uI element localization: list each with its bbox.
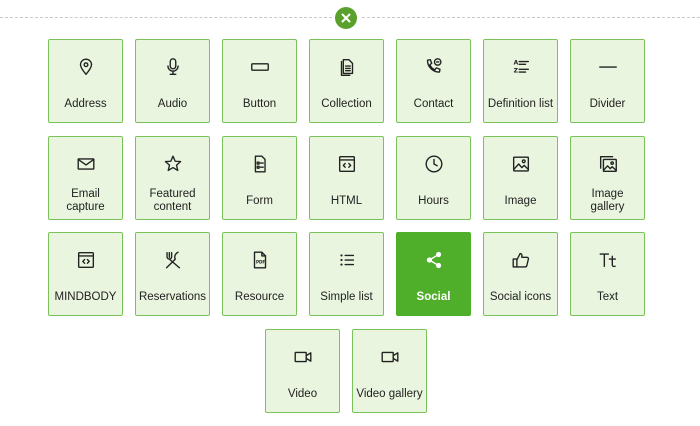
block-tile-label: Video <box>287 387 318 400</box>
block-tile-divider[interactable]: Divider <box>570 39 645 123</box>
definition-list-icon: AZ <box>484 56 557 78</box>
block-tile-label: Collection <box>321 97 372 110</box>
block-tile-label: Button <box>242 97 277 110</box>
video-camera-icon <box>266 346 339 368</box>
divider-icon <box>571 56 644 78</box>
block-picker-grid: Address Audio Button Collection Contact A Z Def… <box>0 0 700 426</box>
block-tile-resource[interactable]: PDF Resource <box>222 232 297 316</box>
block-tile-collection[interactable]: Collection <box>309 39 384 123</box>
block-tile-address[interactable]: Address <box>48 39 123 123</box>
block-tile-contact[interactable]: Contact <box>396 39 471 123</box>
block-tile-html[interactable]: HTML <box>309 136 384 220</box>
block-tile-form[interactable]: Form <box>222 136 297 220</box>
block-tile-label: Definition list <box>487 97 554 110</box>
block-tile-label: Image <box>504 194 537 207</box>
text-icon <box>571 249 644 271</box>
image-gallery-icon <box>571 153 644 175</box>
clock-icon <box>397 153 470 175</box>
block-tile-label: MINDBODY <box>54 290 117 303</box>
block-tile-label: Audio <box>157 97 188 110</box>
block-tile-label: Social <box>416 290 451 303</box>
thumbs-up-icon <box>484 249 557 271</box>
block-tile-label: Simple list <box>320 290 373 303</box>
fork-knife-icon <box>136 249 209 271</box>
block-tile-social[interactable]: Social <box>396 232 471 316</box>
svg-text:A: A <box>513 60 518 67</box>
block-tile-label: HTML <box>330 194 363 207</box>
block-tile-featured-content[interactable]: Featured content <box>135 136 210 220</box>
block-tile-label: Divider <box>589 97 626 110</box>
image-icon <box>484 153 557 175</box>
list-icon <box>310 249 383 271</box>
block-tile-label: Address <box>64 97 107 110</box>
button-icon <box>223 56 296 78</box>
map-pin-icon <box>49 56 122 78</box>
block-tile-audio[interactable]: Audio <box>135 39 210 123</box>
share-icon <box>397 249 470 271</box>
block-tile-simple-list[interactable]: Simple list <box>309 232 384 316</box>
block-tile-definition-list[interactable]: A Z Definition list <box>483 39 558 123</box>
block-tile-hours[interactable]: Hours <box>396 136 471 220</box>
microphone-icon <box>136 56 209 78</box>
envelope-icon <box>49 153 122 175</box>
block-tile-image-gallery[interactable]: Image gallery <box>570 136 645 220</box>
block-tile-label: Social icons <box>489 290 552 303</box>
block-tile-label: Email capture <box>66 188 105 213</box>
video-gallery-icon <box>353 346 426 368</box>
block-tile-button[interactable]: Button <box>222 39 297 123</box>
phone-chat-icon <box>397 56 470 78</box>
block-tile-label: Contact <box>413 97 454 110</box>
star-icon <box>136 153 209 175</box>
block-tile-image[interactable]: Image <box>483 136 558 220</box>
block-tile-social-icons[interactable]: Social icons <box>483 232 558 316</box>
mindbody-icon <box>49 249 122 271</box>
svg-text:Z: Z <box>513 68 518 75</box>
block-tile-label: Featured content <box>149 188 196 213</box>
block-tile-mindbody[interactable]: MINDBODY <box>48 232 123 316</box>
block-tile-reservations[interactable]: Reservations <box>135 232 210 316</box>
block-tile-label: Hours <box>418 194 449 207</box>
block-tile-label: Form <box>246 194 273 207</box>
block-tile-text[interactable]: Text <box>570 232 645 316</box>
pdf-file-icon: PDF <box>223 249 296 271</box>
block-tile-video-gallery[interactable]: Video gallery <box>352 329 427 413</box>
block-tile-label: Resource <box>234 290 285 303</box>
block-tile-label: Text <box>596 290 619 303</box>
block-tile-email-capture[interactable]: Email capture <box>48 136 123 220</box>
code-window-icon <box>310 153 383 175</box>
svg-text:PDF: PDF <box>255 260 264 265</box>
block-tile-label: Reservations <box>138 290 207 303</box>
block-tile-label: Image gallery <box>590 188 625 213</box>
form-icon <box>223 153 296 175</box>
block-tile-video[interactable]: Video <box>265 329 340 413</box>
collection-icon <box>310 56 383 78</box>
block-tile-label: Video gallery <box>356 387 423 400</box>
